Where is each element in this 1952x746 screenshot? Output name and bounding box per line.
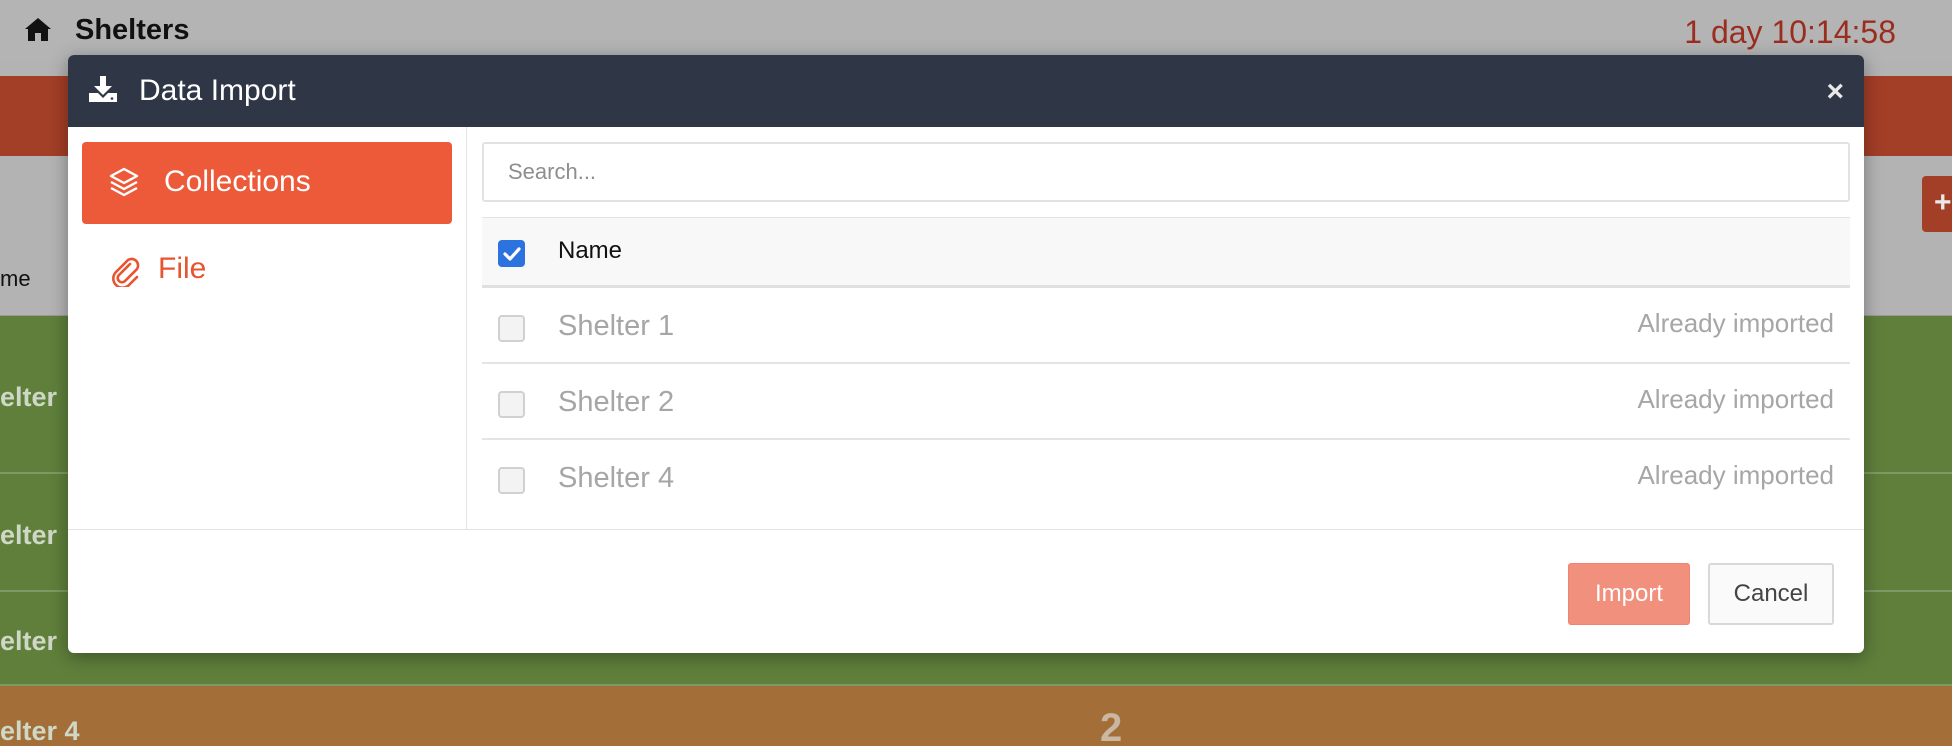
row-checkbox[interactable]	[498, 467, 525, 494]
background-row: elter 4 2	[0, 686, 1952, 746]
table-row: Shelter 1 Already imported	[482, 288, 1850, 364]
sidebar-item-label: File	[158, 252, 207, 285]
modal-footer: Import Cancel	[68, 530, 1864, 653]
layers-icon	[109, 167, 139, 197]
modal-body: Collections File Name S	[68, 127, 1864, 530]
row-status: Already imported	[1637, 460, 1834, 490]
sidebar-item-file[interactable]: File	[82, 229, 452, 311]
modal-header: Data Import ×	[68, 55, 1864, 127]
select-all-checkbox[interactable]	[498, 240, 525, 267]
import-button[interactable]: Import	[1568, 563, 1690, 625]
search-input[interactable]	[482, 142, 1850, 202]
row-checkbox[interactable]	[498, 391, 525, 418]
collections-panel: Name Shelter 1 Already imported Shelter …	[482, 127, 1850, 530]
close-icon[interactable]: ×	[1826, 77, 1844, 107]
sidebar-item-label: Collections	[164, 165, 311, 198]
row-status: Already imported	[1637, 308, 1834, 338]
checkmark-icon	[503, 247, 521, 261]
row-name: Shelter 4	[558, 462, 675, 494]
table-header: Name	[482, 217, 1850, 288]
background-add-button: +	[1922, 176, 1952, 232]
paperclip-icon	[112, 257, 140, 287]
page-title: Shelters	[75, 14, 190, 46]
table-row: Shelter 4 Already imported	[482, 440, 1850, 516]
data-import-modal: Data Import × Collections File Search...…	[68, 55, 1864, 653]
top-bar: Shelters 1 day 10:14:58	[0, 0, 1952, 62]
table-row: Shelter 2 Already imported	[482, 364, 1850, 440]
countdown-timer: 1 day 10:14:58	[1684, 14, 1896, 50]
sidebar-item-collections[interactable]: Collections	[82, 142, 452, 224]
row-name: Shelter 1	[558, 310, 675, 342]
background-column-label: me	[0, 266, 31, 291]
row-checkbox[interactable]	[498, 315, 525, 342]
cancel-button[interactable]: Cancel	[1708, 563, 1834, 625]
modal-title: Data Import	[139, 74, 296, 107]
import-source-sidebar: Collections File	[68, 127, 467, 530]
column-header-name: Name	[558, 237, 623, 264]
row-name: Shelter 2	[558, 386, 675, 418]
download-icon	[89, 76, 117, 102]
row-status: Already imported	[1637, 384, 1834, 414]
home-icon[interactable]	[24, 16, 52, 42]
